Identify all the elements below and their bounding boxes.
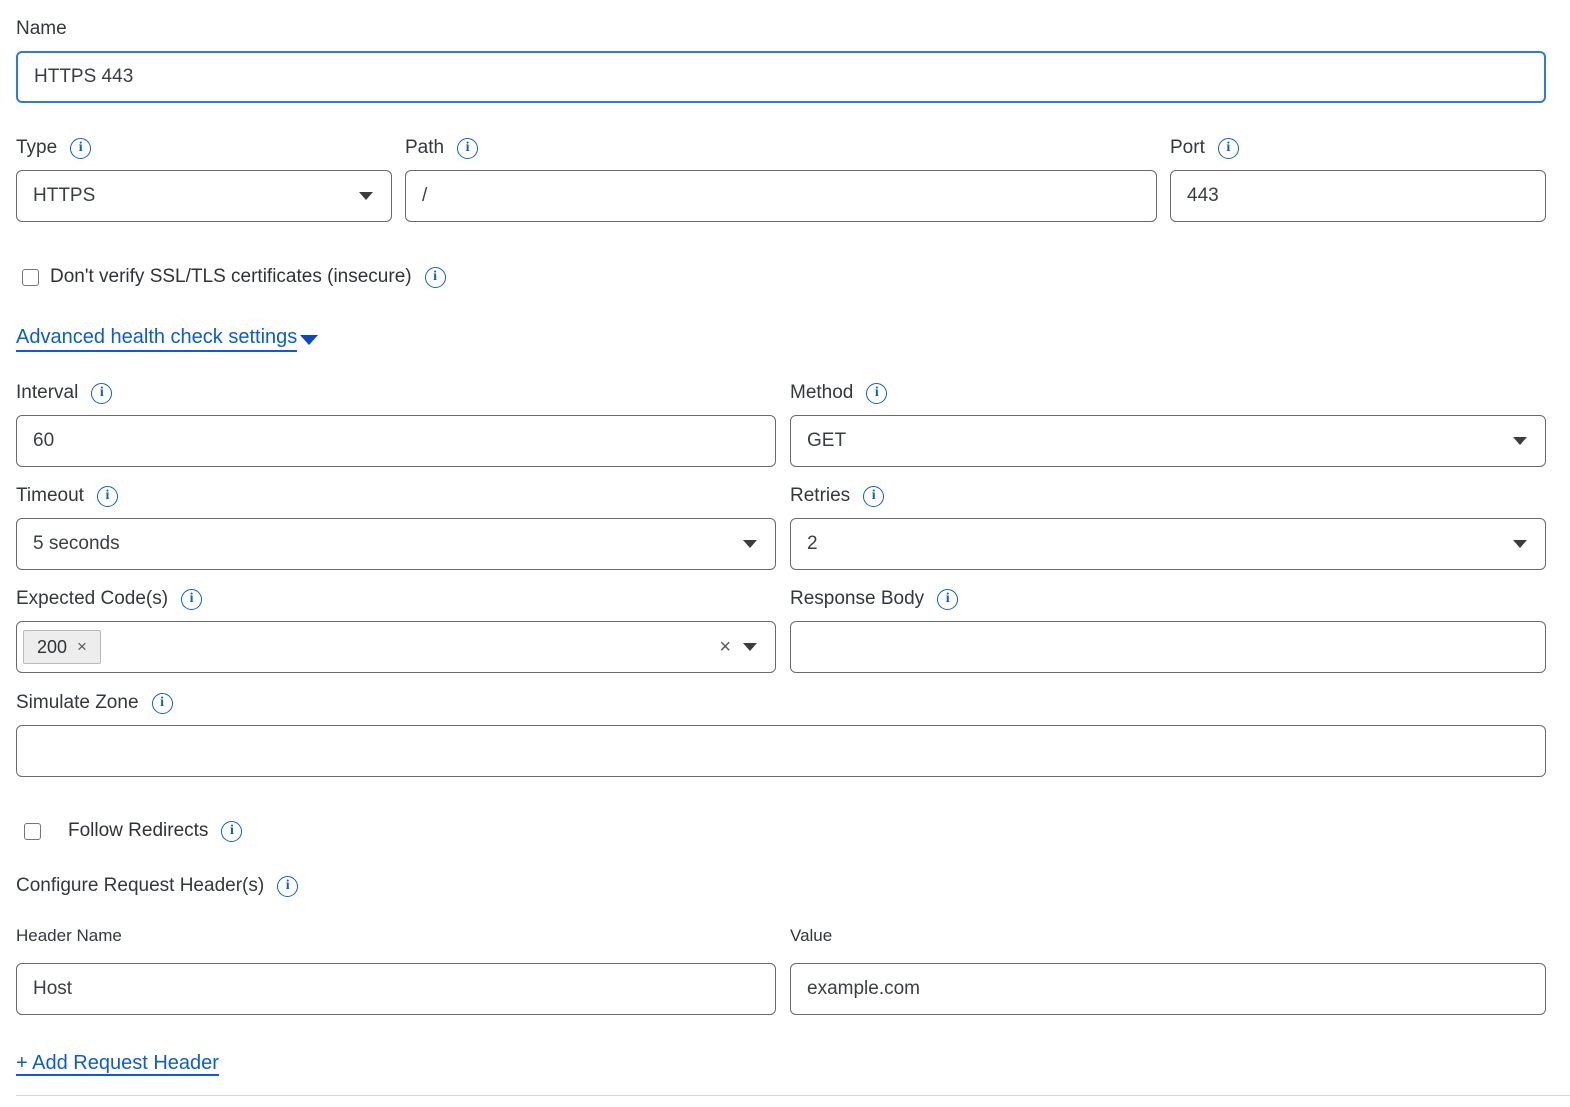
interval-label-text: Interval (16, 382, 78, 404)
expected-codes-multiselect[interactable]: 200 × × (16, 621, 776, 673)
header-name-input[interactable] (16, 963, 776, 1015)
port-field: Port i (1170, 137, 1546, 222)
path-label-text: Path (405, 137, 444, 159)
retries-select[interactable]: 2 (790, 518, 1546, 570)
retries-field: Retries i 2 (790, 485, 1546, 570)
advanced-fields-grid: Interval i Method i GET Timeout i 5 seco… (16, 382, 1546, 673)
response-body-label: Response Body i (790, 588, 1546, 610)
response-body-input[interactable] (790, 621, 1546, 673)
name-input[interactable] (16, 51, 1546, 103)
timeout-select[interactable]: 5 seconds (16, 518, 776, 570)
simulate-zone-label-text: Simulate Zone (16, 692, 139, 714)
response-body-field: Response Body i (790, 588, 1546, 673)
info-icon[interactable]: i (97, 486, 118, 507)
add-request-header-link[interactable]: + Add Request Header (16, 1050, 219, 1076)
expected-code-tag: 200 × (23, 630, 101, 664)
verify-ssl-row: Don't verify SSL/TLS certificates (insec… (16, 266, 1546, 288)
header-value-field: Value (790, 926, 1546, 1015)
info-icon[interactable]: i (91, 383, 112, 404)
header-name-label-text: Header Name (16, 926, 122, 946)
interval-field: Interval i (16, 382, 776, 467)
name-label-text: Name (16, 18, 67, 40)
remove-tag-icon[interactable]: × (77, 637, 87, 657)
header-name-field: Header Name (16, 926, 776, 1015)
info-icon[interactable]: i (181, 589, 202, 610)
path-field: Path i (405, 137, 1157, 222)
method-select[interactable]: GET (790, 415, 1546, 467)
expected-codes-label-text: Expected Code(s) (16, 588, 168, 610)
expected-codes-field: Expected Code(s) i 200 × × (16, 588, 776, 673)
header-value-input[interactable] (790, 963, 1546, 1015)
method-label-text: Method (790, 382, 853, 404)
type-label: Type i (16, 137, 392, 159)
method-label: Method i (790, 382, 1546, 404)
type-select-value: HTTPS (33, 185, 95, 207)
retries-label-text: Retries (790, 485, 850, 507)
verify-ssl-label-text: Don't verify SSL/TLS certificates (insec… (50, 266, 412, 288)
info-icon[interactable]: i (866, 383, 887, 404)
retries-select-value: 2 (807, 533, 818, 555)
add-request-header-link-text: + Add Request Header (16, 1052, 219, 1076)
simulate-zone-field: Simulate Zone i (16, 692, 1546, 777)
expected-codes-label: Expected Code(s) i (16, 588, 776, 610)
header-value-label-text: Value (790, 926, 832, 946)
timeout-field: Timeout i 5 seconds (16, 485, 776, 570)
chevron-down-icon (1513, 540, 1527, 548)
retries-label: Retries i (790, 485, 1546, 507)
port-label: Port i (1170, 137, 1546, 159)
health-check-form: Name Type i HTTPS Path i Port i (0, 0, 1570, 1096)
type-select[interactable]: HTTPS (16, 170, 392, 222)
type-label-text: Type (16, 137, 57, 159)
header-value-label: Value (790, 926, 1546, 946)
follow-redirects-checkbox[interactable] (24, 823, 41, 840)
simulate-zone-label: Simulate Zone i (16, 692, 1546, 714)
chevron-down-icon (743, 540, 757, 548)
port-label-text: Port (1170, 137, 1205, 159)
timeout-label-text: Timeout (16, 485, 84, 507)
chevron-down-icon (359, 192, 373, 200)
path-label: Path i (405, 137, 1157, 159)
advanced-settings-link-text: Advanced health check settings (16, 324, 297, 352)
method-select-value: GET (807, 430, 846, 452)
path-input[interactable] (405, 170, 1157, 222)
follow-redirects-label: Follow Redirects i (68, 820, 242, 842)
header-name-label: Header Name (16, 926, 776, 946)
follow-redirects-row: Follow Redirects i (16, 820, 1546, 842)
timeout-label: Timeout i (16, 485, 776, 507)
info-icon[interactable]: i (1218, 138, 1239, 159)
verify-ssl-label: Don't verify SSL/TLS certificates (insec… (50, 266, 446, 288)
port-input[interactable] (1170, 170, 1546, 222)
type-field: Type i HTTPS (16, 137, 392, 222)
name-label: Name (16, 18, 1546, 40)
info-icon[interactable]: i (457, 138, 478, 159)
info-icon[interactable]: i (221, 821, 242, 842)
request-headers-section-label: Configure Request Header(s) i (16, 875, 1546, 897)
chevron-down-icon (300, 335, 318, 345)
bottom-divider (16, 1095, 1570, 1096)
verify-ssl-checkbox[interactable] (22, 269, 39, 286)
request-headers-label-text: Configure Request Header(s) (16, 875, 264, 897)
response-body-label-text: Response Body (790, 588, 924, 610)
interval-label: Interval i (16, 382, 776, 404)
info-icon[interactable]: i (277, 876, 298, 897)
method-field: Method i GET (790, 382, 1546, 467)
simulate-zone-input[interactable] (16, 725, 1546, 777)
advanced-settings-link[interactable]: Advanced health check settings (16, 324, 318, 352)
follow-redirects-label-text: Follow Redirects (68, 820, 208, 842)
info-icon[interactable]: i (152, 693, 173, 714)
info-icon[interactable]: i (863, 486, 884, 507)
info-icon[interactable]: i (425, 267, 446, 288)
info-icon[interactable]: i (70, 138, 91, 159)
chevron-down-icon (743, 643, 757, 651)
type-path-port-row: Type i HTTPS Path i Port i (16, 137, 1546, 222)
chevron-down-icon (1513, 437, 1527, 445)
info-icon[interactable]: i (937, 589, 958, 610)
clear-all-icon[interactable]: × (719, 637, 731, 657)
timeout-select-value: 5 seconds (33, 533, 120, 555)
expected-code-tag-text: 200 (37, 637, 67, 658)
request-header-row: Header Name Value (16, 926, 1546, 1015)
interval-input[interactable] (16, 415, 776, 467)
